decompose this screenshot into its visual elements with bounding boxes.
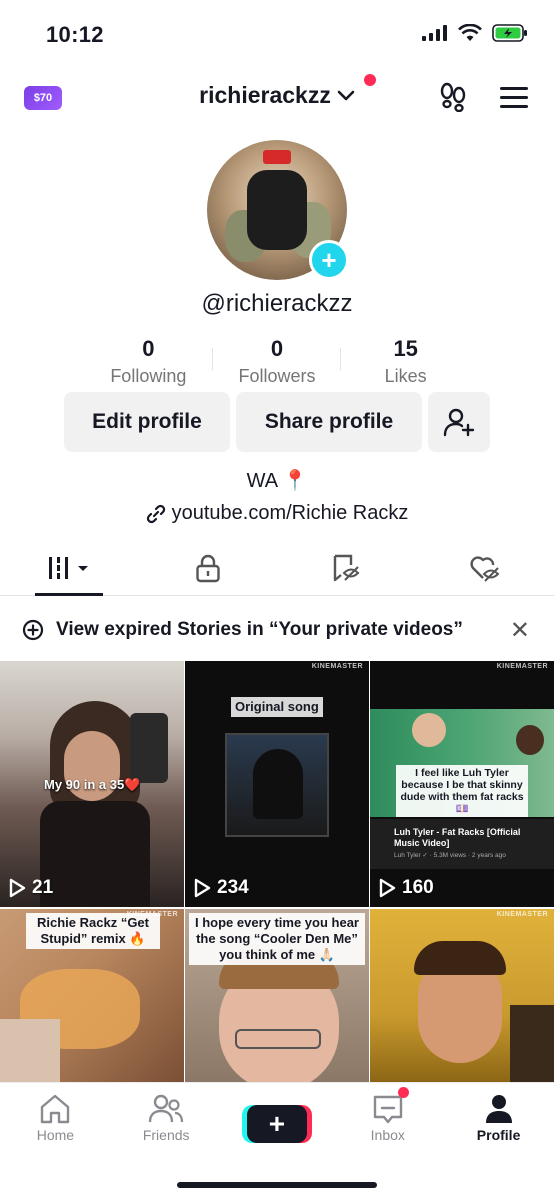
play-icon [194, 878, 211, 898]
chevron-down-icon [337, 90, 355, 100]
video-thumbnail[interactable]: I hope every time you hear the song “Coo… [185, 909, 369, 1085]
tab-private[interactable] [139, 540, 278, 595]
view-count: 160 [378, 877, 434, 899]
create-icon: + [241, 1105, 312, 1143]
tab-reposts[interactable] [277, 540, 416, 595]
bottom-tab-bar: Home Friends + Inbox Profile [0, 1082, 554, 1200]
wifi-icon [458, 24, 482, 41]
add-friend-button[interactable] [428, 392, 490, 452]
play-icon [9, 878, 26, 898]
stat-followers[interactable]: 0 Followers [213, 336, 342, 388]
add-story-icon [22, 619, 44, 641]
video-thumbnail[interactable]: My 90 in a 35❤️ 21 [0, 661, 184, 907]
stat-value: 0 [270, 336, 284, 361]
status-bar: 10:12 [0, 0, 554, 66]
profile-tabs [0, 540, 554, 596]
youtube-meta: Luh Tyler ✓ · 5.3M views · 2 years ago [394, 852, 506, 859]
video-caption: I hope every time you hear the song “Coo… [189, 913, 365, 965]
video-thumbnail[interactable]: KINEMASTER [370, 909, 554, 1085]
tab-home[interactable]: Home [0, 1083, 111, 1157]
tab-create[interactable]: + [222, 1083, 333, 1157]
tab-label: Inbox [370, 1127, 405, 1143]
bio-link[interactable]: youtube.com/Richie Rackz [0, 502, 554, 525]
home-indicator [177, 1182, 377, 1188]
grid-icon [49, 556, 89, 579]
view-count-value: 21 [32, 877, 54, 898]
video-caption: Richie Rackz “Get Stupid” remix 🔥 [26, 913, 160, 949]
status-icons [422, 24, 528, 42]
link-icon [146, 504, 165, 523]
inbox-notification-dot [398, 1087, 410, 1098]
battery-icon [492, 24, 527, 42]
view-count: 21 [8, 877, 53, 899]
top-nav: $70 richierackzz [0, 74, 554, 122]
bio-location: WA 📍 [246, 470, 308, 492]
footprints-icon[interactable] [438, 82, 468, 112]
stat-value: 0 [142, 336, 155, 361]
inbox-icon [373, 1095, 402, 1124]
view-count: 234 [193, 877, 249, 899]
profile-stats: 0 Following 0 Followers 15 Likes [84, 336, 470, 388]
stat-value: 15 [393, 336, 418, 361]
profile-actions: Edit profile Share profile [64, 392, 490, 452]
video-grid: My 90 in a 35❤️ 21 KINEMASTER Original s… [0, 661, 554, 907]
friends-icon [148, 1094, 184, 1123]
lock-icon [196, 554, 220, 582]
menu-icon[interactable] [500, 85, 528, 109]
play-icon [379, 878, 396, 898]
tab-profile[interactable]: Profile [443, 1083, 554, 1157]
video-caption: Original song [231, 697, 323, 717]
tab-label: Friends [142, 1127, 190, 1143]
stat-label: Followers [238, 366, 316, 386]
tab-inbox[interactable]: Inbox [332, 1083, 443, 1157]
stat-likes[interactable]: 15 Likes [341, 336, 470, 388]
nav-right [438, 82, 528, 112]
profile-icon [485, 1095, 512, 1123]
stories-banner-text: View expired Stories in “Your private vi… [56, 619, 463, 640]
edit-profile-button[interactable]: Edit profile [64, 392, 230, 452]
add-avatar-button[interactable]: + [309, 240, 349, 280]
username: richierackzz [199, 82, 331, 108]
youtube-title: Luh Tyler - Fat Racks [Official Music Vi… [394, 827, 521, 848]
signal-icon [422, 25, 447, 41]
video-caption: My 90 in a 35❤️ [44, 777, 141, 792]
view-count-value: 160 [402, 877, 434, 898]
profile-handle: @richierackzz [201, 290, 353, 317]
tab-label: Profile [476, 1127, 521, 1143]
share-profile-button[interactable]: Share profile [236, 392, 422, 452]
status-time: 10:12 [46, 22, 104, 47]
close-icon[interactable]: ✕ [510, 616, 530, 645]
notification-dot [364, 74, 376, 86]
tab-videos[interactable] [0, 540, 139, 596]
home-icon [41, 1094, 70, 1124]
stat-label: Following [110, 366, 187, 386]
hidden-heart-icon [470, 555, 500, 582]
tab-friends[interactable]: Friends [111, 1083, 222, 1157]
expired-stories-banner[interactable]: View expired Stories in “Your private vi… [0, 606, 554, 654]
video-thumbnail[interactable]: KINEMASTER Original song 234 [185, 661, 369, 907]
stat-label: Likes [384, 366, 427, 386]
video-thumbnail[interactable]: KINEMASTER I feel like Luh Tyler because… [370, 661, 554, 907]
view-count-value: 234 [217, 877, 249, 898]
video-caption: I feel like Luh Tyler because I be that … [396, 765, 528, 817]
bio-link-text: youtube.com/Richie Rackz [171, 502, 409, 524]
hidden-repost-icon [334, 554, 360, 581]
video-thumbnail[interactable]: KINEMASTER Richie Rackz “Get Stupid” rem… [0, 909, 184, 1085]
add-user-icon [443, 408, 475, 437]
video-grid-row-2: KINEMASTER Richie Rackz “Get Stupid” rem… [0, 909, 554, 1085]
stat-following[interactable]: 0 Following [84, 336, 213, 388]
tab-liked[interactable] [416, 540, 554, 595]
tab-label: Home [36, 1127, 75, 1143]
